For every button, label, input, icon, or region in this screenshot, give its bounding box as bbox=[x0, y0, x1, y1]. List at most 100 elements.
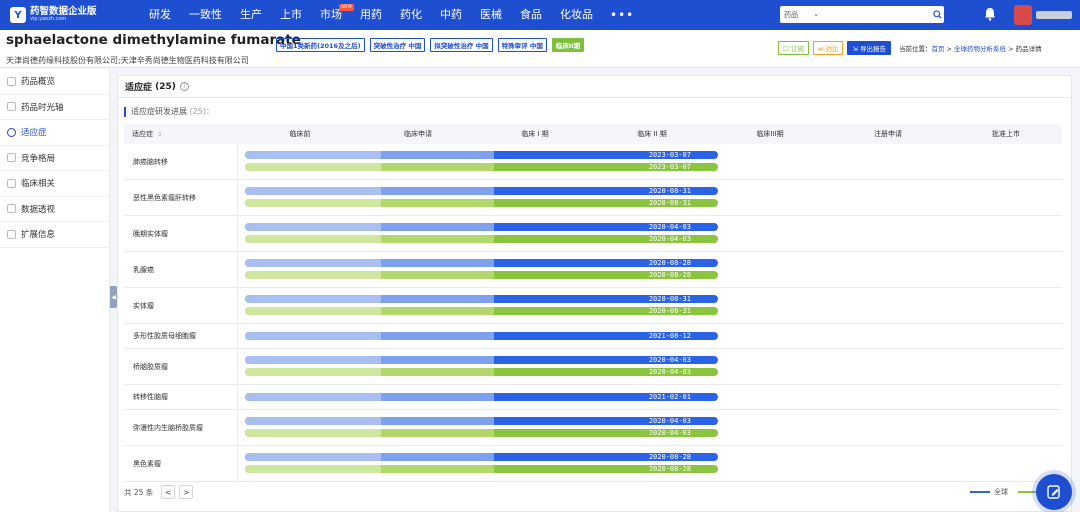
phase-date-label: 2020-08-31 bbox=[648, 199, 691, 207]
indication-name[interactable]: 桥脑胶质瘤 bbox=[124, 349, 238, 384]
overview-icon bbox=[7, 76, 16, 86]
indication-name[interactable]: 肺癌脑转移 bbox=[124, 144, 238, 179]
breadcrumb-sep-2: > bbox=[1006, 45, 1016, 53]
clinical-application-segment bbox=[381, 417, 494, 425]
sidebar-item-label: 数据透视 bbox=[21, 204, 56, 215]
indication-name[interactable]: 多形性胶质母细胞瘤 bbox=[124, 324, 238, 348]
chevron-down-icon: ⌄ bbox=[813, 9, 819, 18]
china-progress-bar: 2020-08-28 bbox=[245, 271, 718, 279]
phase-date-label: 2020-08-31 bbox=[648, 307, 691, 315]
logo[interactable]: Y 药智数据企业版 vip.yaozh.com bbox=[0, 7, 140, 23]
edit-icon bbox=[1047, 485, 1060, 499]
sidebar-item-timeline[interactable]: 药品时光轴 bbox=[0, 95, 109, 120]
next-page-button[interactable]: > bbox=[179, 485, 194, 499]
help-icon[interactable]: ? bbox=[179, 82, 189, 91]
nav-item-rd[interactable]: 研发 bbox=[140, 0, 180, 30]
sort-icon[interactable]: ⇕ bbox=[157, 131, 162, 138]
nav-item-medication[interactable]: 用药 bbox=[351, 0, 391, 30]
nav-item-tcm[interactable]: 中药 bbox=[431, 0, 471, 30]
panel-header: 适应症 (25) ? bbox=[118, 76, 1071, 98]
company-names: 天津尚德药缘科技股份有限公司;天津辛秀尚德生物医药科技有限公司 bbox=[6, 56, 249, 65]
nav-item-food[interactable]: 食品 bbox=[511, 0, 551, 30]
indication-name[interactable]: 实体瘤 bbox=[124, 288, 238, 323]
breadcrumb-sep: > bbox=[944, 45, 955, 53]
tag-special-review: 特殊审评 中国 bbox=[497, 38, 547, 52]
sidebar-item-label: 竞争格局 bbox=[21, 153, 56, 164]
subscribe-button[interactable]: ☐ 订阅 bbox=[778, 41, 809, 55]
bell-icon[interactable] bbox=[984, 7, 996, 24]
phase-date-label: 2020-04-03 bbox=[648, 368, 691, 376]
nav-item-production[interactable]: 生产 bbox=[231, 0, 271, 30]
search-category-select[interactable]: 药品 ⌄ bbox=[780, 10, 825, 20]
nav-item-pharmchem[interactable]: 药化 bbox=[391, 0, 431, 30]
sidebar-item-extended[interactable]: 扩展信息 bbox=[0, 222, 109, 248]
search-input[interactable] bbox=[825, 7, 930, 22]
indication-name[interactable]: 转移性脑瘤 bbox=[124, 385, 238, 409]
sidebar-item-label: 药品时光轴 bbox=[21, 102, 64, 113]
prev-page-button[interactable]: < bbox=[161, 485, 176, 499]
nav-item-consistency[interactable]: 一致性 bbox=[180, 0, 231, 30]
clinical-application-segment bbox=[381, 235, 494, 243]
indication-name[interactable]: 恶性黑色素瘤肝转移 bbox=[124, 180, 238, 215]
nav-item-devices[interactable]: 医械 bbox=[471, 0, 511, 30]
china-progress-bar: 2023-03-07 bbox=[245, 163, 718, 171]
breadcrumb-home[interactable]: 首页 bbox=[931, 45, 944, 53]
global-progress-bar: 2020-08-31 bbox=[245, 187, 718, 195]
sidebar-item-indications[interactable]: 适应症 bbox=[0, 120, 109, 146]
section-subtitle: 适应症研发进展 (25)： bbox=[124, 107, 214, 117]
column-header-phase: 批准上市 bbox=[992, 130, 1020, 138]
search-icon[interactable] bbox=[930, 8, 944, 22]
tag-breakthrough: 突破性治疗 中国 bbox=[369, 38, 426, 52]
indication-name[interactable]: 乳腺癌 bbox=[124, 252, 238, 287]
column-header-indication[interactable]: 适应症 ⇕ bbox=[124, 129, 238, 139]
column-indication-label: 适应症 bbox=[132, 130, 153, 138]
nav-item-cosmetics[interactable]: 化妆品 bbox=[551, 0, 602, 30]
preclinical-segment bbox=[245, 453, 381, 461]
tag-proposed-breakthrough: 拟突破性治疗 中国 bbox=[430, 38, 493, 52]
preclinical-segment bbox=[245, 151, 381, 159]
subtitle-text: 适应症研发进展 bbox=[131, 107, 187, 116]
phase-date-label: 2020-08-28 bbox=[648, 453, 691, 461]
top-navbar: Y 药智数据企业版 vip.yaozh.com 研发 一致性 生产 上市 市场 N… bbox=[0, 0, 1080, 30]
export-label: 导出报告 bbox=[859, 45, 886, 53]
username-redacted[interactable] bbox=[1036, 11, 1072, 19]
subtitle-count: (25)： bbox=[189, 107, 214, 116]
drug-tags: 中国1类新药(2016及之后) 突破性治疗 中国 拟突破性治疗 中国 特殊审评 … bbox=[276, 38, 585, 52]
indication-name[interactable]: 晚期实体瘤 bbox=[124, 216, 238, 251]
indication-name[interactable]: 黑色素瘤 bbox=[124, 446, 238, 481]
clinical-application-segment bbox=[381, 368, 494, 376]
clinical-application-segment bbox=[381, 187, 494, 195]
clinical-application-segment bbox=[381, 429, 494, 437]
logo-icon: Y bbox=[10, 7, 26, 23]
sidebar: 药品概览 药品时光轴 适应症 竞争格局 临床相关 数据透视 扩展信息 bbox=[0, 69, 110, 512]
subscribe-label: 订阅 bbox=[790, 45, 804, 53]
nav-item-market[interactable]: 市场 NEW bbox=[311, 0, 354, 30]
breadcrumb-prefix: 当前位置： bbox=[898, 45, 932, 53]
nav-item-listing[interactable]: 上市 bbox=[271, 0, 311, 30]
nav-more-button[interactable]: ••• bbox=[602, 0, 642, 30]
indication-name[interactable]: 弥漫性内生脑桥胶质瘤 bbox=[124, 410, 238, 445]
preclinical-segment bbox=[245, 199, 381, 207]
preclinical-segment bbox=[245, 163, 381, 171]
sidebar-collapse-handle[interactable]: ◀ bbox=[110, 286, 117, 308]
column-header-phase: 临床 I 期 bbox=[521, 130, 549, 138]
timeline-icon bbox=[7, 102, 16, 112]
export-report-button[interactable]: ⇲ 导出报告 bbox=[847, 41, 891, 55]
drug-header: sphaelactone dimethylamine fumarate 天津尚德… bbox=[0, 30, 1080, 68]
sidebar-item-pivot[interactable]: 数据透视 bbox=[0, 197, 109, 222]
compare-button[interactable]: ⇄ 对比 bbox=[812, 41, 844, 55]
phase-badge: 临床II期 bbox=[551, 38, 585, 52]
breadcrumb-system[interactable]: 全球药物分析系统 bbox=[954, 45, 1006, 53]
sidebar-item-overview[interactable]: 药品概览 bbox=[0, 69, 109, 95]
table-body: 肺癌脑转移 2023-03-07 2023-03-07 恶性黑色素瘤肝转移 2020-0… bbox=[124, 144, 1062, 482]
sidebar-item-competition[interactable]: 竞争格局 bbox=[0, 146, 109, 171]
avatar[interactable] bbox=[1014, 5, 1032, 25]
table-row: 转移性脑瘤 2021-02-01 bbox=[124, 385, 1062, 410]
preclinical-segment bbox=[245, 307, 381, 315]
legend-china-line bbox=[1018, 491, 1038, 493]
sidebar-item-label: 适应症 bbox=[21, 128, 47, 139]
sidebar-item-clinical[interactable]: 临床相关 bbox=[0, 171, 109, 197]
preclinical-segment bbox=[245, 429, 381, 437]
table-row: 乳腺癌 2020-08-28 2020-08-28 bbox=[124, 252, 1062, 288]
feedback-button[interactable] bbox=[1036, 474, 1072, 510]
